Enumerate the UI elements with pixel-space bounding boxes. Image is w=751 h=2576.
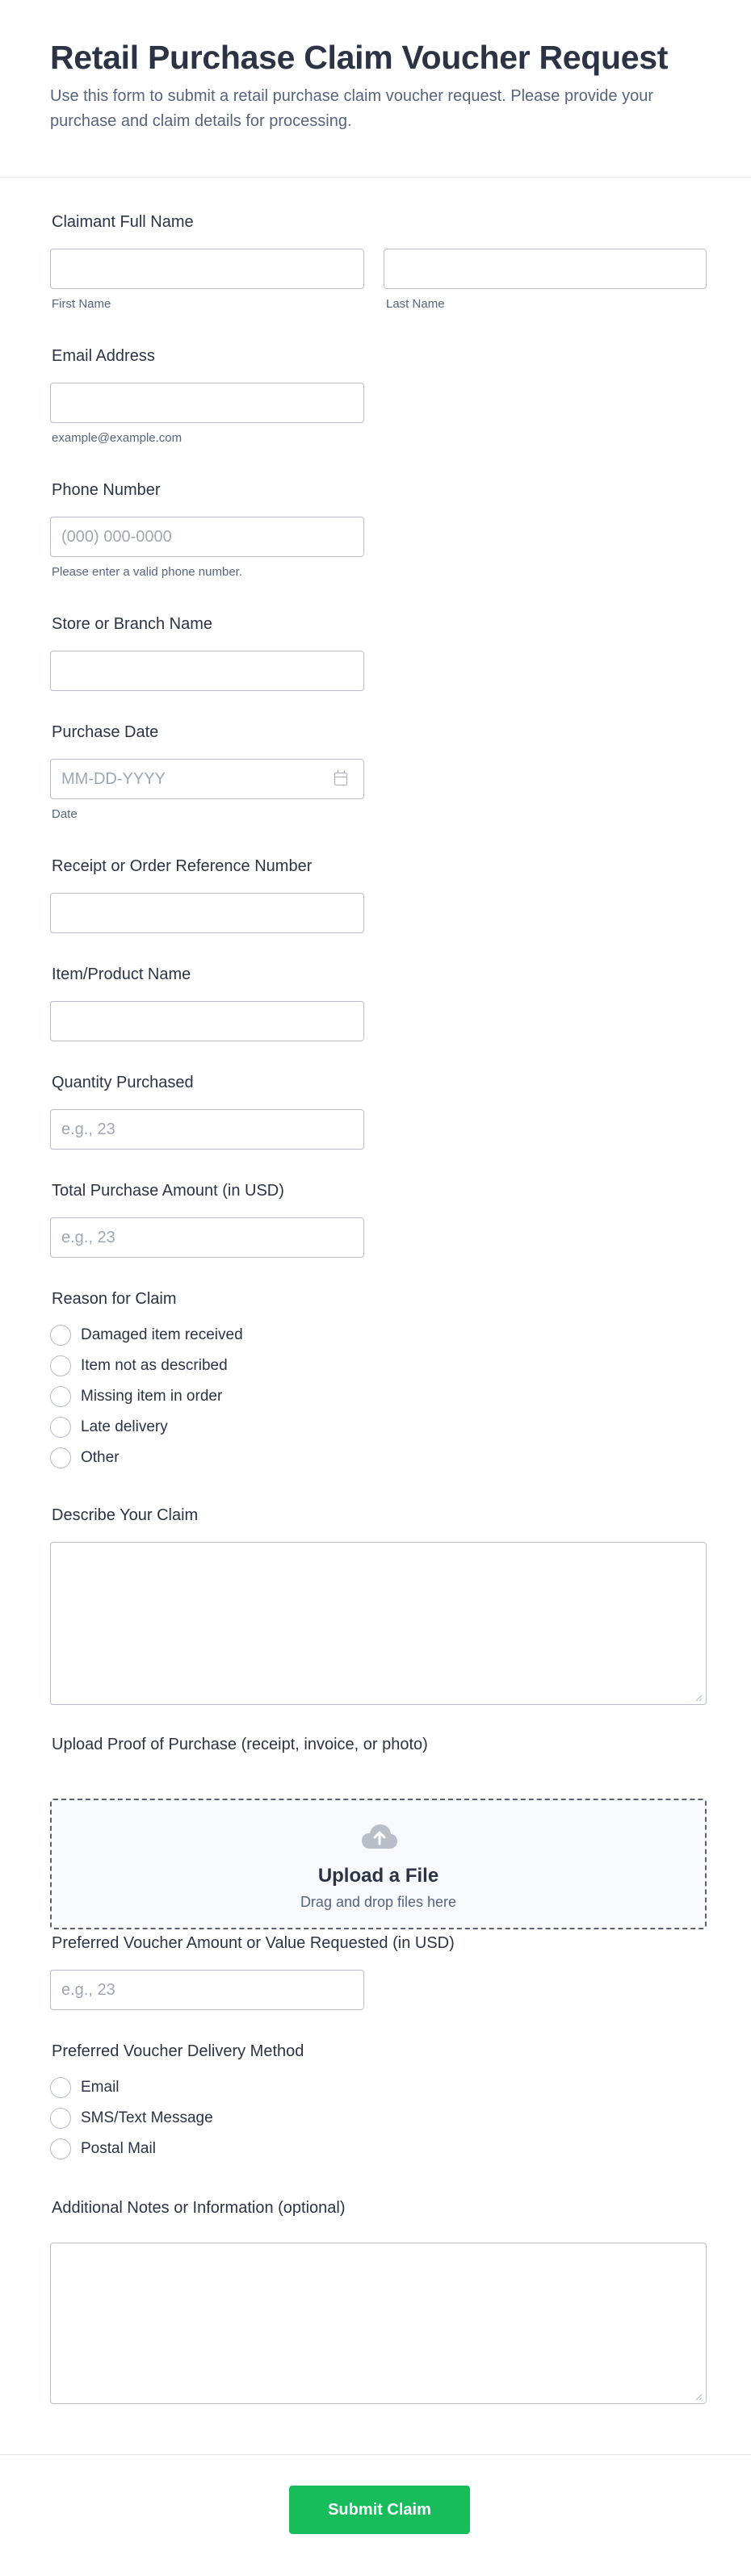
notes-label: Additional Notes or Information (optiona… — [52, 2199, 346, 2217]
radio-label: Email — [81, 2079, 120, 2096]
email-input[interactable] — [50, 383, 364, 423]
radio-button[interactable] — [50, 1447, 71, 1468]
quantity-label: Quantity Purchased — [52, 1074, 194, 1091]
upload-subtitle: Drag and drop files here — [300, 1894, 457, 1910]
date-input[interactable] — [50, 759, 364, 799]
email-label: Email Address — [52, 347, 155, 365]
radio-button[interactable] — [50, 1355, 71, 1376]
date-sublabel: Date — [52, 807, 78, 821]
radio-label: Missing item in order — [81, 1388, 223, 1405]
radio-button[interactable] — [50, 2108, 71, 2129]
delivery-option-postal[interactable]: Postal Mail — [50, 2137, 156, 2161]
radio-label: Other — [81, 1449, 120, 1466]
radio-label: Item not as described — [81, 1357, 228, 1374]
item-label: Item/Product Name — [52, 965, 191, 983]
resize-grip-icon[interactable] — [694, 2393, 703, 2401]
radio-label: Damaged item received — [81, 1326, 243, 1343]
last-name-input[interactable] — [384, 249, 707, 289]
describe-textarea[interactable] — [50, 1542, 707, 1705]
radio-button[interactable] — [50, 1325, 71, 1346]
upload-dropzone[interactable]: Upload a File Drag and drop files here — [50, 1799, 707, 1929]
phone-input[interactable] — [50, 517, 364, 557]
receipt-input[interactable] — [50, 893, 364, 933]
describe-label: Describe Your Claim — [52, 1506, 199, 1524]
upload-label: Upload Proof of Purchase (receipt, invoi… — [52, 1736, 428, 1753]
reason-option-not-as-described[interactable]: Item not as described — [50, 1354, 228, 1378]
radio-button[interactable] — [50, 2138, 71, 2159]
total-amount-label: Total Purchase Amount (in USD) — [52, 1182, 284, 1200]
form-header: Retail Purchase Claim Voucher Request Us… — [0, 0, 751, 178]
voucher-amount-input[interactable] — [50, 1970, 364, 2010]
reason-option-other[interactable]: Other — [50, 1446, 120, 1470]
store-label: Store or Branch Name — [52, 615, 212, 633]
footer-divider — [0, 2454, 751, 2455]
radio-label: Postal Mail — [81, 2140, 156, 2157]
form-title: Retail Purchase Claim Voucher Request — [50, 39, 669, 76]
delivery-method-label: Preferred Voucher Delivery Method — [52, 2042, 304, 2060]
radio-button[interactable] — [50, 2077, 71, 2098]
calendar-icon[interactable] — [334, 770, 347, 785]
voucher-amount-label: Preferred Voucher Amount or Value Reques… — [52, 1934, 455, 1952]
radio-label: SMS/Text Message — [81, 2109, 213, 2126]
delivery-option-email[interactable]: Email — [50, 2075, 120, 2100]
upload-title: Upload a File — [317, 1865, 439, 1887]
total-amount-input[interactable] — [50, 1217, 364, 1258]
reason-label: Reason for Claim — [52, 1290, 177, 1308]
submit-button[interactable]: Submit Claim — [289, 2486, 470, 2534]
reason-option-damaged[interactable]: Damaged item received — [50, 1323, 243, 1347]
phone-sublabel: Please enter a valid phone number. — [52, 565, 242, 579]
receipt-label: Receipt or Order Reference Number — [52, 857, 313, 875]
date-label: Purchase Date — [52, 723, 159, 741]
first-name-input[interactable] — [50, 249, 364, 289]
radio-button[interactable] — [50, 1417, 71, 1438]
last-name-sublabel: Last Name — [386, 297, 445, 311]
form-description: Use this form to submit a retail purchas… — [50, 87, 654, 130]
delivery-option-sms[interactable]: SMS/Text Message — [50, 2106, 213, 2130]
reason-option-missing[interactable]: Missing item in order — [50, 1384, 222, 1409]
name-label: Claimant Full Name — [52, 213, 194, 231]
email-sublabel: example@example.com — [52, 431, 183, 445]
quantity-input[interactable] — [50, 1109, 364, 1150]
phone-label: Phone Number — [52, 481, 161, 499]
first-name-sublabel: First Name — [52, 297, 111, 311]
item-input[interactable] — [50, 1001, 364, 1041]
radio-button[interactable] — [50, 1386, 71, 1407]
store-input[interactable] — [50, 651, 364, 691]
cloud-upload-icon — [362, 1824, 397, 1849]
resize-grip-icon[interactable] — [694, 1694, 703, 1702]
reason-option-late[interactable]: Late delivery — [50, 1415, 168, 1439]
notes-textarea[interactable] — [50, 2243, 707, 2404]
radio-label: Late delivery — [81, 1418, 168, 1435]
